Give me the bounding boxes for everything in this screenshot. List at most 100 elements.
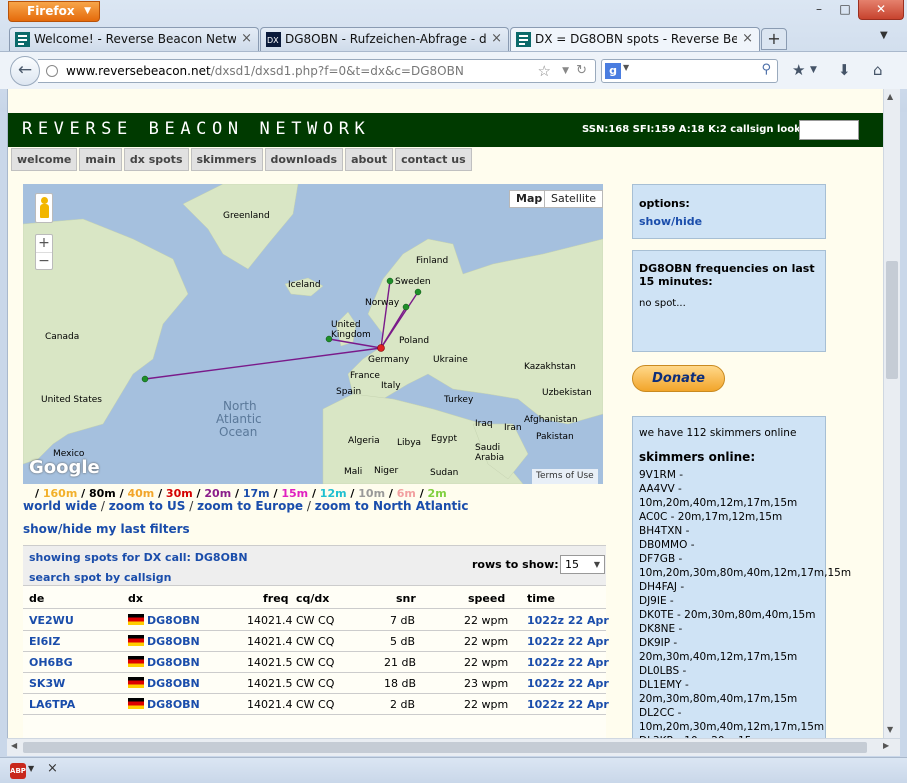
scroll-thumb[interactable] (23, 742, 867, 753)
freq-cell: 14021.4 (247, 698, 293, 711)
show-hide-filters-link[interactable]: show/hide my last filters (23, 522, 190, 536)
reload-icon[interactable]: ↻ (576, 60, 587, 82)
chevron-down-icon[interactable]: ▼ (623, 63, 629, 72)
street-view-pegman-icon[interactable] (35, 193, 53, 223)
time-link[interactable]: 1022z 22 Apr (527, 677, 609, 690)
menu-welcome[interactable]: welcome (11, 148, 78, 171)
google-icon[interactable]: g (605, 63, 621, 79)
new-tab-button[interactable]: + (761, 28, 787, 50)
freq-cell: 14021.4 (247, 614, 293, 627)
zoom-out-button[interactable]: − (36, 252, 52, 269)
svg-text:DX: DX (267, 36, 279, 45)
chevron-down-icon[interactable]: ▼ (880, 30, 888, 41)
snr-cell: 7 dB (390, 614, 416, 627)
zoom-us-link[interactable]: zoom to US (109, 499, 186, 513)
dx-callsign-link[interactable]: DG8OBN (147, 656, 200, 669)
menu-about[interactable]: about (345, 148, 394, 171)
close-icon[interactable]: × (742, 28, 753, 50)
cq-cell: CW CQ (296, 698, 335, 711)
dx-callsign-link[interactable]: DG8OBN (147, 614, 200, 627)
close-window-button[interactable]: ✕ (858, 0, 904, 20)
site-logo[interactable]: REVERSE BEACON NETWORK (22, 119, 370, 139)
dx-callsign-link[interactable]: DG8OBN (147, 677, 200, 690)
time-link[interactable]: 1022z 22 Apr (527, 635, 609, 648)
dx-callsign-link[interactable]: DG8OBN (147, 635, 200, 648)
scroll-left-icon[interactable]: ◀ (11, 741, 17, 750)
germany-flag-icon (128, 635, 144, 646)
cq-cell: CW CQ (296, 677, 335, 690)
home-icon[interactable]: ⌂ (873, 61, 883, 79)
dx-callsign-link[interactable]: DG8OBN (147, 698, 200, 711)
speed-cell: 22 wpm (464, 614, 509, 627)
time-link[interactable]: 1022z 22 Apr (527, 656, 609, 669)
skimmer-list-item: DH4FAJ - (639, 581, 685, 593)
scroll-up-icon[interactable]: ▲ (887, 92, 893, 101)
bookmark-star-icon[interactable]: ☆ (538, 60, 551, 82)
tab-dxwatch[interactable]: DX DG8OBN - Rufzeichen-Abfrage - dxw... … (260, 27, 509, 51)
tab-welcome[interactable]: Welcome! - Reverse Beacon Network × (9, 27, 259, 51)
chevron-down-icon[interactable]: ▼ (810, 65, 817, 75)
search-spot-link[interactable]: search spot by callsign (29, 571, 171, 584)
adblock-icon[interactable]: ABP (10, 763, 26, 779)
time-link[interactable]: 1022z 22 Apr (527, 614, 609, 627)
map-label: United States (41, 395, 102, 405)
spot-map[interactable]: Greenland Iceland Finland Sweden Norway … (23, 184, 603, 484)
rows-to-show-select[interactable]: 15 ▼ (560, 555, 605, 574)
menu-downloads[interactable]: downloads (264, 148, 344, 171)
tab-label: Welcome! - Reverse Beacon Network (34, 32, 236, 46)
firefox-menu-button[interactable]: Firefox ▼ (8, 1, 100, 22)
germany-flag-icon (128, 677, 144, 688)
close-icon[interactable]: × (491, 28, 502, 50)
spotter-callsign-link[interactable]: LA6TPA (29, 698, 75, 711)
download-icon[interactable]: ⬇ (838, 61, 851, 79)
chevron-down-icon[interactable]: ▼ (562, 60, 569, 82)
zoom-north-atlantic-link[interactable]: zoom to North Atlantic (315, 499, 469, 513)
close-icon[interactable]: × (47, 761, 58, 776)
skimmer-list-item: 10m,20m,30m,40m,12m,17m,15m (639, 721, 825, 733)
map-label: Iceland (288, 280, 321, 290)
spotter-callsign-link[interactable]: EI6IZ (29, 635, 60, 648)
scroll-down-icon[interactable]: ▼ (887, 725, 893, 734)
spots-title[interactable]: showing spots for DX call: DG8OBN (29, 551, 248, 564)
tab-dx-spots[interactable]: DX = DG8OBN spots - Reverse Beaco... × (510, 27, 760, 52)
url-domain: www.reversebeacon.net (66, 64, 211, 78)
skimmer-list-item: DF7GB - (639, 553, 683, 565)
maximize-button[interactable]: □ (832, 0, 858, 20)
chevron-down-icon: ▼ (593, 560, 600, 569)
back-button[interactable]: ← (10, 56, 40, 86)
menu-skimmers[interactable]: skimmers (190, 148, 263, 171)
spotter-callsign-link[interactable]: SK3W (29, 677, 65, 690)
map-type-satellite-button[interactable]: Satellite (544, 190, 603, 208)
horizontal-scrollbar[interactable]: ◀ ▶ (7, 738, 900, 756)
menu-contact-us[interactable]: contact us (395, 148, 472, 171)
search-icon[interactable]: ⚲ (761, 62, 771, 77)
minimize-button[interactable]: – (806, 0, 832, 20)
close-icon[interactable]: × (241, 28, 252, 50)
menu-dx-spots[interactable]: dx spots (123, 148, 189, 171)
zoom-in-button[interactable]: + (36, 235, 52, 252)
spotter-callsign-link[interactable]: OH6BG (29, 656, 73, 669)
donate-button[interactable]: Donate (632, 365, 725, 392)
google-logo[interactable]: Google (29, 457, 100, 478)
table-row: SK3W DG8OBN 14021.5 CW CQ 18 dB 23 wpm 1022z 2… (23, 673, 609, 694)
snr-cell: 18 dB (384, 677, 417, 690)
frequencies-value: no spot... (639, 298, 686, 309)
map-label: Norway (365, 298, 400, 308)
tab-label: DG8OBN - Rufzeichen-Abfrage - dxw... (285, 32, 486, 46)
dx-cell: DG8OBN (128, 677, 200, 690)
options-toggle-link[interactable]: show/hide (639, 215, 819, 228)
scroll-thumb[interactable] (886, 261, 898, 379)
terms-of-use-link[interactable]: Terms of Use (532, 469, 598, 484)
zoom-world-link[interactable]: world wide (23, 499, 97, 513)
bookmarks-menu-icon[interactable]: ★ (792, 61, 805, 79)
url-bar[interactable]: www.reversebeacon.net/dxsd1/dxsd1.php?f=… (38, 59, 596, 83)
menu-main[interactable]: main (79, 148, 122, 171)
scroll-right-icon[interactable]: ▶ (883, 741, 889, 750)
vertical-scrollbar[interactable]: ▲ ▼ (883, 89, 900, 738)
time-link[interactable]: 1022z 22 Apr (527, 698, 609, 711)
callsign-lookup-input[interactable] (799, 120, 859, 140)
search-bar[interactable]: g ▼ ⚲ (601, 59, 778, 83)
chevron-down-icon[interactable]: ▼ (28, 764, 34, 773)
zoom-europe-link[interactable]: zoom to Europe (197, 499, 303, 513)
spotter-callsign-link[interactable]: VE2WU (29, 614, 74, 627)
